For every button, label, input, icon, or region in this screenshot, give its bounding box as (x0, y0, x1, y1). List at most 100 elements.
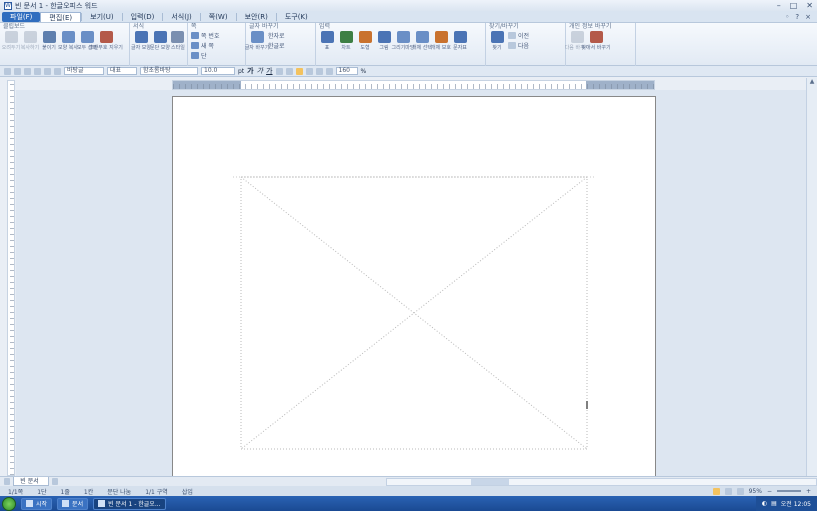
underline-button[interactable]: 가 (266, 66, 272, 76)
object-select-button[interactable]: 개체 선택 (412, 31, 432, 51)
object-protect-button[interactable]: 개체 보호 (431, 31, 451, 51)
menu-insert[interactable]: 입력(D) (123, 12, 163, 22)
char-shape-button[interactable]: 글자 모양 (131, 31, 151, 51)
to-hangul-button[interactable]: 한글로 (268, 41, 285, 50)
normal-view-icon[interactable] (712, 487, 720, 495)
doc-close-button[interactable]: × (805, 13, 811, 21)
cut-icon (4, 31, 18, 43)
find-button[interactable]: 찾기 (489, 31, 505, 51)
page-number-button[interactable]: 쪽 번호 (191, 31, 242, 40)
font-lang-select[interactable]: 대표 (107, 67, 137, 75)
new-page-button[interactable]: 새 쪽 (191, 41, 242, 50)
print-icon[interactable] (34, 67, 41, 75)
find-replace-button[interactable]: 찾아서 바꾸기 (581, 31, 611, 51)
align-left-icon[interactable] (305, 67, 313, 75)
system-tray: ◐ ▤ 오전 12:05 (755, 496, 817, 511)
vertical-ruler[interactable] (7, 80, 15, 476)
menu-right-controls: ◦ ? × (785, 13, 817, 21)
menu-security[interactable]: 보안(R) (237, 12, 276, 22)
find-next-button[interactable]: 다음 (508, 41, 529, 50)
italic-button[interactable]: 가 (257, 66, 263, 76)
zoom-out-icon[interactable]: − (767, 488, 772, 495)
symbol-button[interactable]: 문자표 (452, 31, 468, 51)
taskbar-item-active[interactable]: 빈 문서 1 - 한글오... (93, 497, 166, 510)
tool-label: 조판부호 지우기 (89, 45, 123, 51)
zoom-icon[interactable] (736, 487, 744, 495)
style-button[interactable]: 스타일 (171, 31, 185, 51)
align-right-icon[interactable] (325, 67, 333, 75)
scroll-thumb[interactable] (471, 478, 510, 485)
new-doc-icon[interactable] (4, 67, 11, 75)
row-label: 이전 (518, 32, 530, 40)
align-center-icon[interactable] (315, 67, 323, 75)
menu-tools[interactable]: 도구(K) (277, 12, 316, 22)
tab-document[interactable]: 빈 문서 1 (13, 477, 49, 494)
web-view-icon[interactable] (724, 487, 732, 495)
to-hanja-button[interactable]: 한자로 (268, 31, 285, 40)
taskbar-item-label: 시작 (36, 501, 48, 508)
vertical-scrollbar[interactable]: ▲ (806, 78, 817, 476)
taskbar-item[interactable]: 시작 (21, 497, 53, 510)
para-shape-button[interactable]: 문단 모양 (150, 31, 170, 51)
help-button[interactable]: ? (795, 13, 799, 21)
page-rows: 쪽 번호 새 쪽 단 (191, 31, 242, 60)
row-label: 단 (201, 52, 207, 60)
close-button[interactable]: ✕ (806, 1, 813, 10)
columns-button[interactable]: 단 (191, 51, 242, 60)
find-prev-button[interactable]: 이전 (508, 31, 530, 40)
menu-page[interactable]: 쪽(W) (201, 12, 236, 22)
char-replace-button[interactable]: 글자 바꾸기 (245, 31, 269, 51)
volume-icon[interactable]: ◐ (762, 500, 767, 507)
highlight-icon[interactable] (285, 67, 293, 75)
open-icon[interactable] (14, 67, 21, 75)
format-toolbar: 바탕글 대표 함초롬바탕 10.0 pt 가 가 가 160 % (0, 66, 817, 77)
horizontal-ruler[interactable] (172, 80, 655, 90)
save-icon[interactable] (24, 67, 31, 75)
new-tab-icon[interactable] (51, 478, 59, 485)
menu-file[interactable]: 파일(F) (2, 11, 41, 22)
font-select[interactable]: 함초롬바탕 (140, 67, 198, 75)
align-justify-icon[interactable] (295, 67, 303, 75)
menu-edit[interactable]: 편집(E) (40, 11, 82, 22)
table-button[interactable]: 표 (319, 31, 335, 51)
maximize-button[interactable]: □ (790, 1, 798, 10)
ribbon-toggle-button[interactable]: ◦ (785, 13, 789, 21)
horizontal-scrollbar[interactable] (386, 477, 817, 486)
document-workspace[interactable] (16, 90, 806, 476)
find-rows: 이전 다음 (508, 31, 529, 51)
tool-label: 찾기 (492, 45, 502, 51)
status-insert[interactable]: 삽입 (182, 487, 193, 496)
paste-button[interactable]: 붙이기 (41, 31, 57, 51)
minimize-button[interactable]: – (777, 1, 781, 10)
tool-label: 개체 선택 (412, 45, 432, 51)
clipart-button[interactable]: 그리기마당 (392, 31, 415, 51)
shape-button[interactable]: 도형 (357, 31, 373, 51)
picture-button[interactable]: 그림 (376, 31, 392, 51)
cut-button[interactable]: 오려두기 (2, 31, 20, 51)
start-button[interactable] (2, 496, 16, 511)
menu-format[interactable]: 서식(J) (163, 12, 199, 22)
zoom-level[interactable]: 95% (749, 488, 762, 495)
format-copy-button[interactable]: 모양 복사 (58, 31, 78, 51)
network-icon[interactable]: ▤ (771, 500, 777, 507)
zoom-in-icon[interactable]: + (806, 488, 811, 495)
document-page[interactable] (172, 96, 656, 476)
undo-icon[interactable] (44, 67, 51, 75)
shape-icon (358, 31, 372, 43)
font-size-input[interactable]: 10.0 (201, 67, 235, 75)
taskbar-item[interactable]: 문서 (57, 497, 89, 510)
clock[interactable]: 오전 12:05 (781, 499, 811, 508)
copy-button[interactable]: 복사하기 (21, 31, 39, 51)
menu-view[interactable]: 보기(U) (82, 12, 121, 22)
chart-button[interactable]: 차트 (338, 31, 354, 51)
bold-button[interactable]: 가 (247, 66, 253, 76)
scroll-up-icon[interactable]: ▲ (807, 78, 817, 87)
style-select[interactable]: 바탕글 (64, 67, 104, 75)
line-spacing-input[interactable]: 160 (335, 67, 358, 75)
zoom-slider[interactable] (776, 490, 801, 492)
tool-label: 붙이기 (42, 45, 56, 51)
erase-codes-button[interactable]: 조판부호 지우기 (89, 31, 123, 51)
tab-prev-icon[interactable] (4, 478, 11, 485)
text-color-icon[interactable] (275, 67, 283, 75)
redo-icon[interactable] (54, 67, 61, 75)
